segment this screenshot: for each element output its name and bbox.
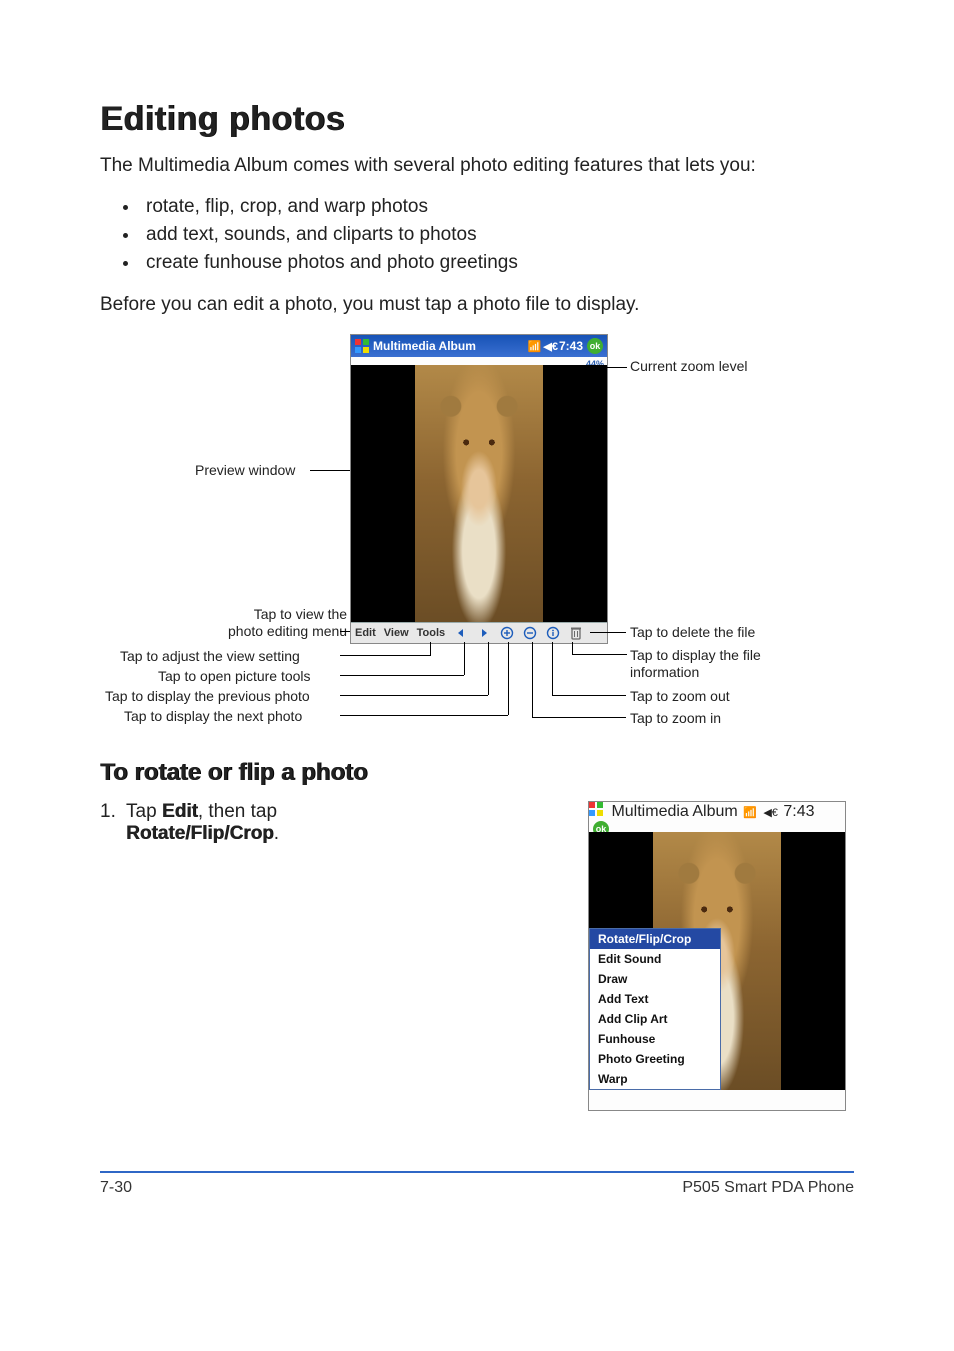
prev-photo-icon[interactable] bbox=[449, 627, 472, 639]
menu-item-addtext[interactable]: Add Text bbox=[590, 989, 720, 1009]
callout-picture-tools: Tap to open picture tools bbox=[158, 668, 311, 685]
callout-delete: Tap to delete the file bbox=[630, 624, 755, 641]
callout-zoom-in: Tap to zoom in bbox=[630, 710, 721, 727]
step-row: 1. Tap Edit, then tap Rotate/Flip/Crop. … bbox=[100, 801, 854, 1111]
step-fragment: , then tap bbox=[198, 801, 277, 822]
pda-screenshot-2: Multimedia Album 📶 ◀€ 7:43 ok 44% Rotate… bbox=[588, 801, 846, 1111]
view-menu-button[interactable]: View bbox=[380, 627, 413, 639]
pre-edit-note: Before you can edit a photo, you must ta… bbox=[100, 292, 854, 319]
pda-diagram: Multimedia Album 📶 ◀€ 7:43 ok 44% Edit V… bbox=[100, 334, 860, 734]
feature-item: add text, sounds, and cliparts to photos bbox=[140, 224, 854, 246]
tools-menu-button[interactable]: Tools bbox=[413, 627, 450, 639]
pda-screenshot: Multimedia Album 📶 ◀€ 7:43 ok 44% Edit V… bbox=[350, 334, 608, 644]
menu-item-rotate[interactable]: Rotate/Flip/Crop bbox=[590, 929, 720, 949]
step-text: Tap Edit, then tap Rotate/Flip/Crop. bbox=[126, 801, 568, 845]
step-1: 1. Tap Edit, then tap Rotate/Flip/Crop. bbox=[100, 801, 568, 845]
step-keyword-cmd: Rotate/Flip/Crop bbox=[126, 823, 274, 844]
menu-item-photogreeting[interactable]: Photo Greeting bbox=[590, 1049, 720, 1069]
delete-icon[interactable] bbox=[564, 626, 587, 640]
speaker-icon: ◀€ bbox=[543, 340, 558, 353]
sub-heading: To rotate or flip a photo bbox=[100, 759, 854, 787]
callout-zoom-out: Tap to zoom out bbox=[630, 688, 730, 705]
app-title: Multimedia Album bbox=[373, 339, 476, 353]
pda-toolbar: Edit View Tools bbox=[351, 622, 607, 643]
callout-next-photo: Tap to display the next photo bbox=[124, 708, 302, 725]
callout-prev-photo: Tap to display the previous photo bbox=[105, 688, 310, 705]
features-list: rotate, flip, crop, and warp photos add … bbox=[140, 196, 854, 274]
lioness-photo bbox=[415, 365, 543, 623]
section-heading: Editing photos bbox=[100, 100, 854, 139]
info-icon[interactable] bbox=[541, 626, 564, 640]
windows-icon bbox=[589, 802, 603, 816]
page-number: 7-30 bbox=[100, 1179, 132, 1197]
zoom-in-icon[interactable] bbox=[495, 626, 518, 640]
menu-item-warp[interactable]: Warp bbox=[590, 1069, 720, 1089]
edit-menu-button[interactable]: Edit bbox=[351, 627, 380, 639]
signal-icon: 📶 bbox=[528, 340, 542, 353]
callout-zoom: Current zoom level bbox=[630, 358, 748, 375]
page-footer: 7-30 P505 Smart PDA Phone bbox=[100, 1171, 854, 1197]
step-number: 1. bbox=[100, 801, 126, 845]
pda-titlebar: Multimedia Album 📶 ◀€ 7:43 ok bbox=[351, 335, 607, 357]
menu-item-draw[interactable]: Draw bbox=[590, 969, 720, 989]
menu-item-funhouse[interactable]: Funhouse bbox=[590, 1029, 720, 1049]
edit-context-menu: Rotate/Flip/Crop Edit Sound Draw Add Tex… bbox=[589, 928, 721, 1090]
book-title: P505 Smart PDA Phone bbox=[682, 1179, 854, 1197]
callout-info: Tap to display the file information bbox=[630, 647, 800, 681]
photo-preview[interactable] bbox=[351, 365, 607, 623]
next-photo-icon[interactable] bbox=[472, 627, 495, 639]
intro-text: The Multimedia Album comes with several … bbox=[100, 153, 854, 180]
app-title: Multimedia Album bbox=[611, 803, 737, 820]
ok-button[interactable]: ok bbox=[587, 338, 603, 354]
feature-item: create funhouse photos and photo greetin… bbox=[140, 252, 854, 274]
step-fragment: Tap bbox=[126, 801, 162, 822]
step-fragment: . bbox=[274, 823, 279, 844]
clock: 7:43 bbox=[783, 803, 814, 820]
callout-preview: Preview window bbox=[195, 462, 295, 479]
step-keyword-edit: Edit bbox=[162, 801, 198, 822]
zoom-out-icon[interactable] bbox=[518, 626, 541, 640]
menu-item-addclipart[interactable]: Add Clip Art bbox=[590, 1009, 720, 1029]
clock: 7:43 bbox=[559, 339, 583, 353]
callout-menu: Tap to view the photo editing menu bbox=[228, 606, 347, 640]
windows-icon bbox=[355, 339, 369, 353]
speaker-icon: ◀€ bbox=[763, 807, 778, 819]
menu-item-editsound[interactable]: Edit Sound bbox=[590, 949, 720, 969]
signal-icon: 📶 bbox=[743, 807, 757, 819]
feature-item: rotate, flip, crop, and warp photos bbox=[140, 196, 854, 218]
callout-view-setting: Tap to adjust the view setting bbox=[120, 648, 300, 665]
